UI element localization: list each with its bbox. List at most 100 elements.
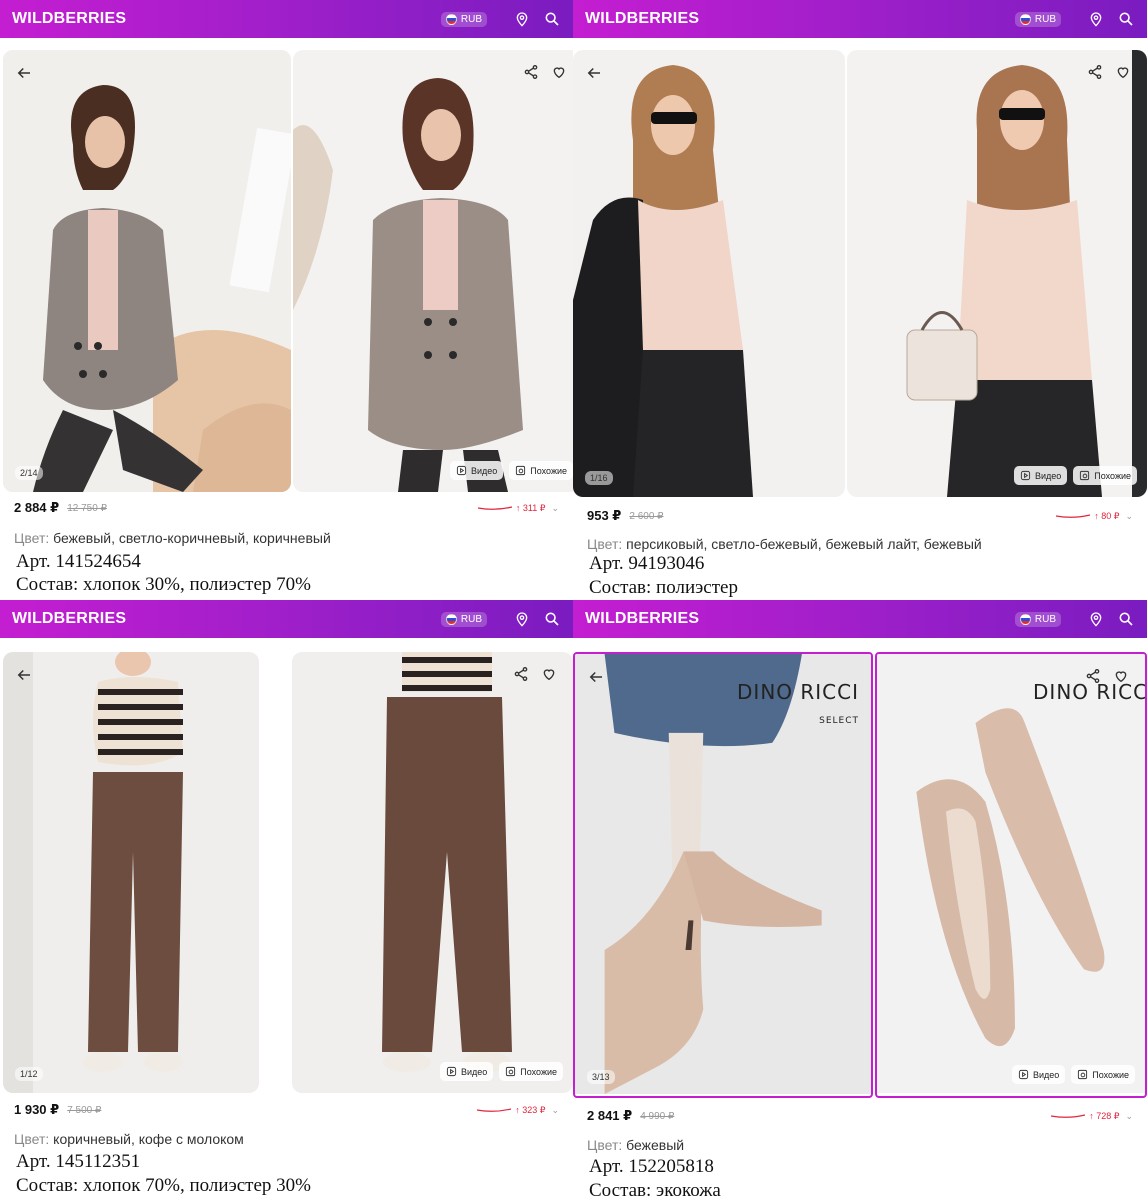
similar-button[interactable]: Похожие: [509, 461, 573, 480]
share-icon[interactable]: [523, 64, 539, 85]
currency-selector[interactable]: RUB: [1014, 611, 1061, 627]
location-icon[interactable]: [513, 610, 531, 628]
color-value: персиковый, светло-бежевый, бежевый лайт…: [626, 536, 982, 552]
heart-icon[interactable]: [551, 64, 567, 85]
price-row: 2 841 ₽ 4 990 ₽ ↑ 728 ₽ ⌄: [587, 1108, 1133, 1124]
search-icon[interactable]: [1117, 610, 1135, 628]
price-trend[interactable]: ↑ 311 ₽ ⌄: [477, 503, 559, 514]
currency-selector[interactable]: RUB: [1014, 11, 1061, 27]
brand-mark-name: DINO RICCI: [737, 680, 859, 704]
price-row: 953 ₽ 2 600 ₽ ↑ 80 ₽ ⌄: [587, 508, 1133, 524]
product-photo[interactable]: Видео Похожие: [847, 50, 1147, 497]
share-icon[interactable]: [513, 666, 529, 687]
top-bar: WILDBERRIES RUB: [573, 0, 1147, 38]
article-number: Арт. 152205818: [589, 1156, 714, 1177]
trend-line-icon: [1056, 514, 1091, 518]
price-trend-value: ↑ 80 ₽: [1094, 510, 1120, 521]
similar-button[interactable]: Похожие: [499, 1062, 563, 1081]
old-price: 12 750 ₽: [67, 502, 107, 514]
video-button[interactable]: Видео: [1013, 466, 1068, 485]
photo-chips: Видео Похожие: [1013, 466, 1137, 485]
article-number: Арт. 141524654: [16, 551, 141, 572]
search-icon[interactable]: [1117, 10, 1135, 28]
play-icon: [456, 465, 467, 476]
location-icon[interactable]: [1087, 610, 1105, 628]
color-value: бежевый, светло-коричневый, коричневый: [53, 530, 331, 546]
similar-icon: [1078, 1069, 1088, 1080]
currency-selector[interactable]: RUB: [440, 611, 487, 627]
photo-chips: Видео Похожие: [449, 461, 573, 480]
similar-label: Похожие: [520, 1066, 557, 1077]
photo-chips: Видео Похожие: [439, 1062, 563, 1081]
heart-icon[interactable]: [1115, 64, 1131, 85]
trend-line-icon: [1051, 1114, 1086, 1118]
product-photo[interactable]: 1/12: [3, 652, 259, 1093]
top-bar: WILDBERRIES RUB: [0, 600, 573, 638]
color-value: бежевый: [626, 1137, 685, 1153]
product-grid: WILDBERRIES RUB 2/14 Видео Похожие 2 884…: [0, 0, 1147, 1200]
product-panel: WILDBERRIES RUB 1/16 Видео Похожие 953 ₽…: [573, 0, 1147, 600]
photo-gallery[interactable]: 1/12 Видео Похожие: [0, 652, 573, 1093]
video-button[interactable]: Видео: [439, 1062, 494, 1081]
price-trend[interactable]: ↑ 728 ₽ ⌄: [1051, 1111, 1133, 1122]
color-line: Цвет: бежевый: [587, 1137, 684, 1153]
photo-woman-brown-trousers-back: [292, 652, 573, 1093]
product-photo[interactable]: DINO RICCI SELECT 3/13: [573, 652, 873, 1098]
price: 2 884 ₽: [14, 500, 60, 515]
photo-woman-blazer-side: [293, 50, 573, 492]
product-photo[interactable]: 1/16: [573, 50, 845, 497]
video-button[interactable]: Видео: [1011, 1065, 1066, 1084]
photo-woman-brown-trousers-front: [3, 652, 259, 1093]
similar-button[interactable]: Похожие: [1073, 466, 1137, 485]
logo[interactable]: WILDBERRIES: [585, 10, 1015, 28]
similar-icon: [506, 1066, 516, 1077]
photo-gallery[interactable]: 1/16 Видео Похожие: [573, 50, 1147, 497]
back-icon[interactable]: [585, 64, 607, 86]
russia-flag-icon: [1019, 613, 1031, 625]
price-trend[interactable]: ↑ 323 ₽ ⌄: [477, 1105, 559, 1116]
share-icon[interactable]: [1085, 668, 1101, 689]
color-label: Цвет:: [587, 536, 623, 552]
product-panel: WILDBERRIES RUB 2/14 Видео Похожие 2 884…: [0, 0, 573, 600]
logo[interactable]: WILDBERRIES: [12, 610, 441, 628]
photo-beige-pumps-pair: [877, 654, 1145, 1094]
product-photo[interactable]: DINO RICCI Видео Похожие: [875, 652, 1147, 1098]
logo[interactable]: WILDBERRIES: [585, 610, 1015, 628]
video-button[interactable]: Видео: [449, 461, 504, 480]
heart-icon[interactable]: [541, 666, 557, 687]
logo[interactable]: WILDBERRIES: [12, 10, 441, 28]
price-row: 1 930 ₽ 7 500 ₽ ↑ 323 ₽ ⌄: [14, 1102, 559, 1118]
similar-button[interactable]: Похожие: [1071, 1065, 1135, 1084]
video-label: Видео: [460, 1066, 488, 1077]
photo-counter: 1/12: [15, 1067, 43, 1081]
share-icon[interactable]: [1087, 64, 1103, 85]
price: 2 841 ₽: [587, 1108, 633, 1123]
product-photo[interactable]: 2/14: [3, 50, 291, 492]
heart-icon[interactable]: [1113, 668, 1129, 689]
search-icon[interactable]: [543, 610, 561, 628]
location-icon[interactable]: [513, 10, 531, 28]
product-photo[interactable]: Видео Похожие: [292, 652, 573, 1093]
currency-selector[interactable]: RUB: [440, 11, 487, 27]
photo-actions: [1085, 668, 1129, 689]
back-icon[interactable]: [587, 668, 609, 690]
color-line: Цвет: бежевый, светло-коричневый, коричн…: [14, 530, 331, 546]
brand-mark-sub: SELECT: [819, 716, 859, 726]
chevron-down-icon: ⌄: [551, 1104, 559, 1115]
price-row: 2 884 ₽ 12 750 ₽ ↑ 311 ₽ ⌄: [14, 500, 559, 516]
product-photo[interactable]: Видео Похожие: [293, 50, 573, 492]
similar-label: Похожие: [1092, 1069, 1129, 1080]
price: 1 930 ₽: [14, 1102, 60, 1117]
search-icon[interactable]: [543, 10, 561, 28]
currency-label: RUB: [460, 13, 482, 25]
photo-gallery[interactable]: 2/14 Видео Похожие: [0, 50, 573, 492]
back-icon[interactable]: [15, 64, 37, 86]
photo-actions: [1087, 64, 1131, 85]
back-icon[interactable]: [15, 666, 37, 688]
photo-counter: 3/13: [587, 1070, 615, 1084]
price-trend[interactable]: ↑ 80 ₽ ⌄: [1056, 511, 1133, 522]
similar-label: Похожие: [1094, 470, 1131, 481]
location-icon[interactable]: [1087, 10, 1105, 28]
top-bar: WILDBERRIES RUB: [573, 600, 1147, 638]
photo-gallery[interactable]: DINO RICCI SELECT 3/13 DINO RICCI Видео: [573, 652, 1147, 1098]
